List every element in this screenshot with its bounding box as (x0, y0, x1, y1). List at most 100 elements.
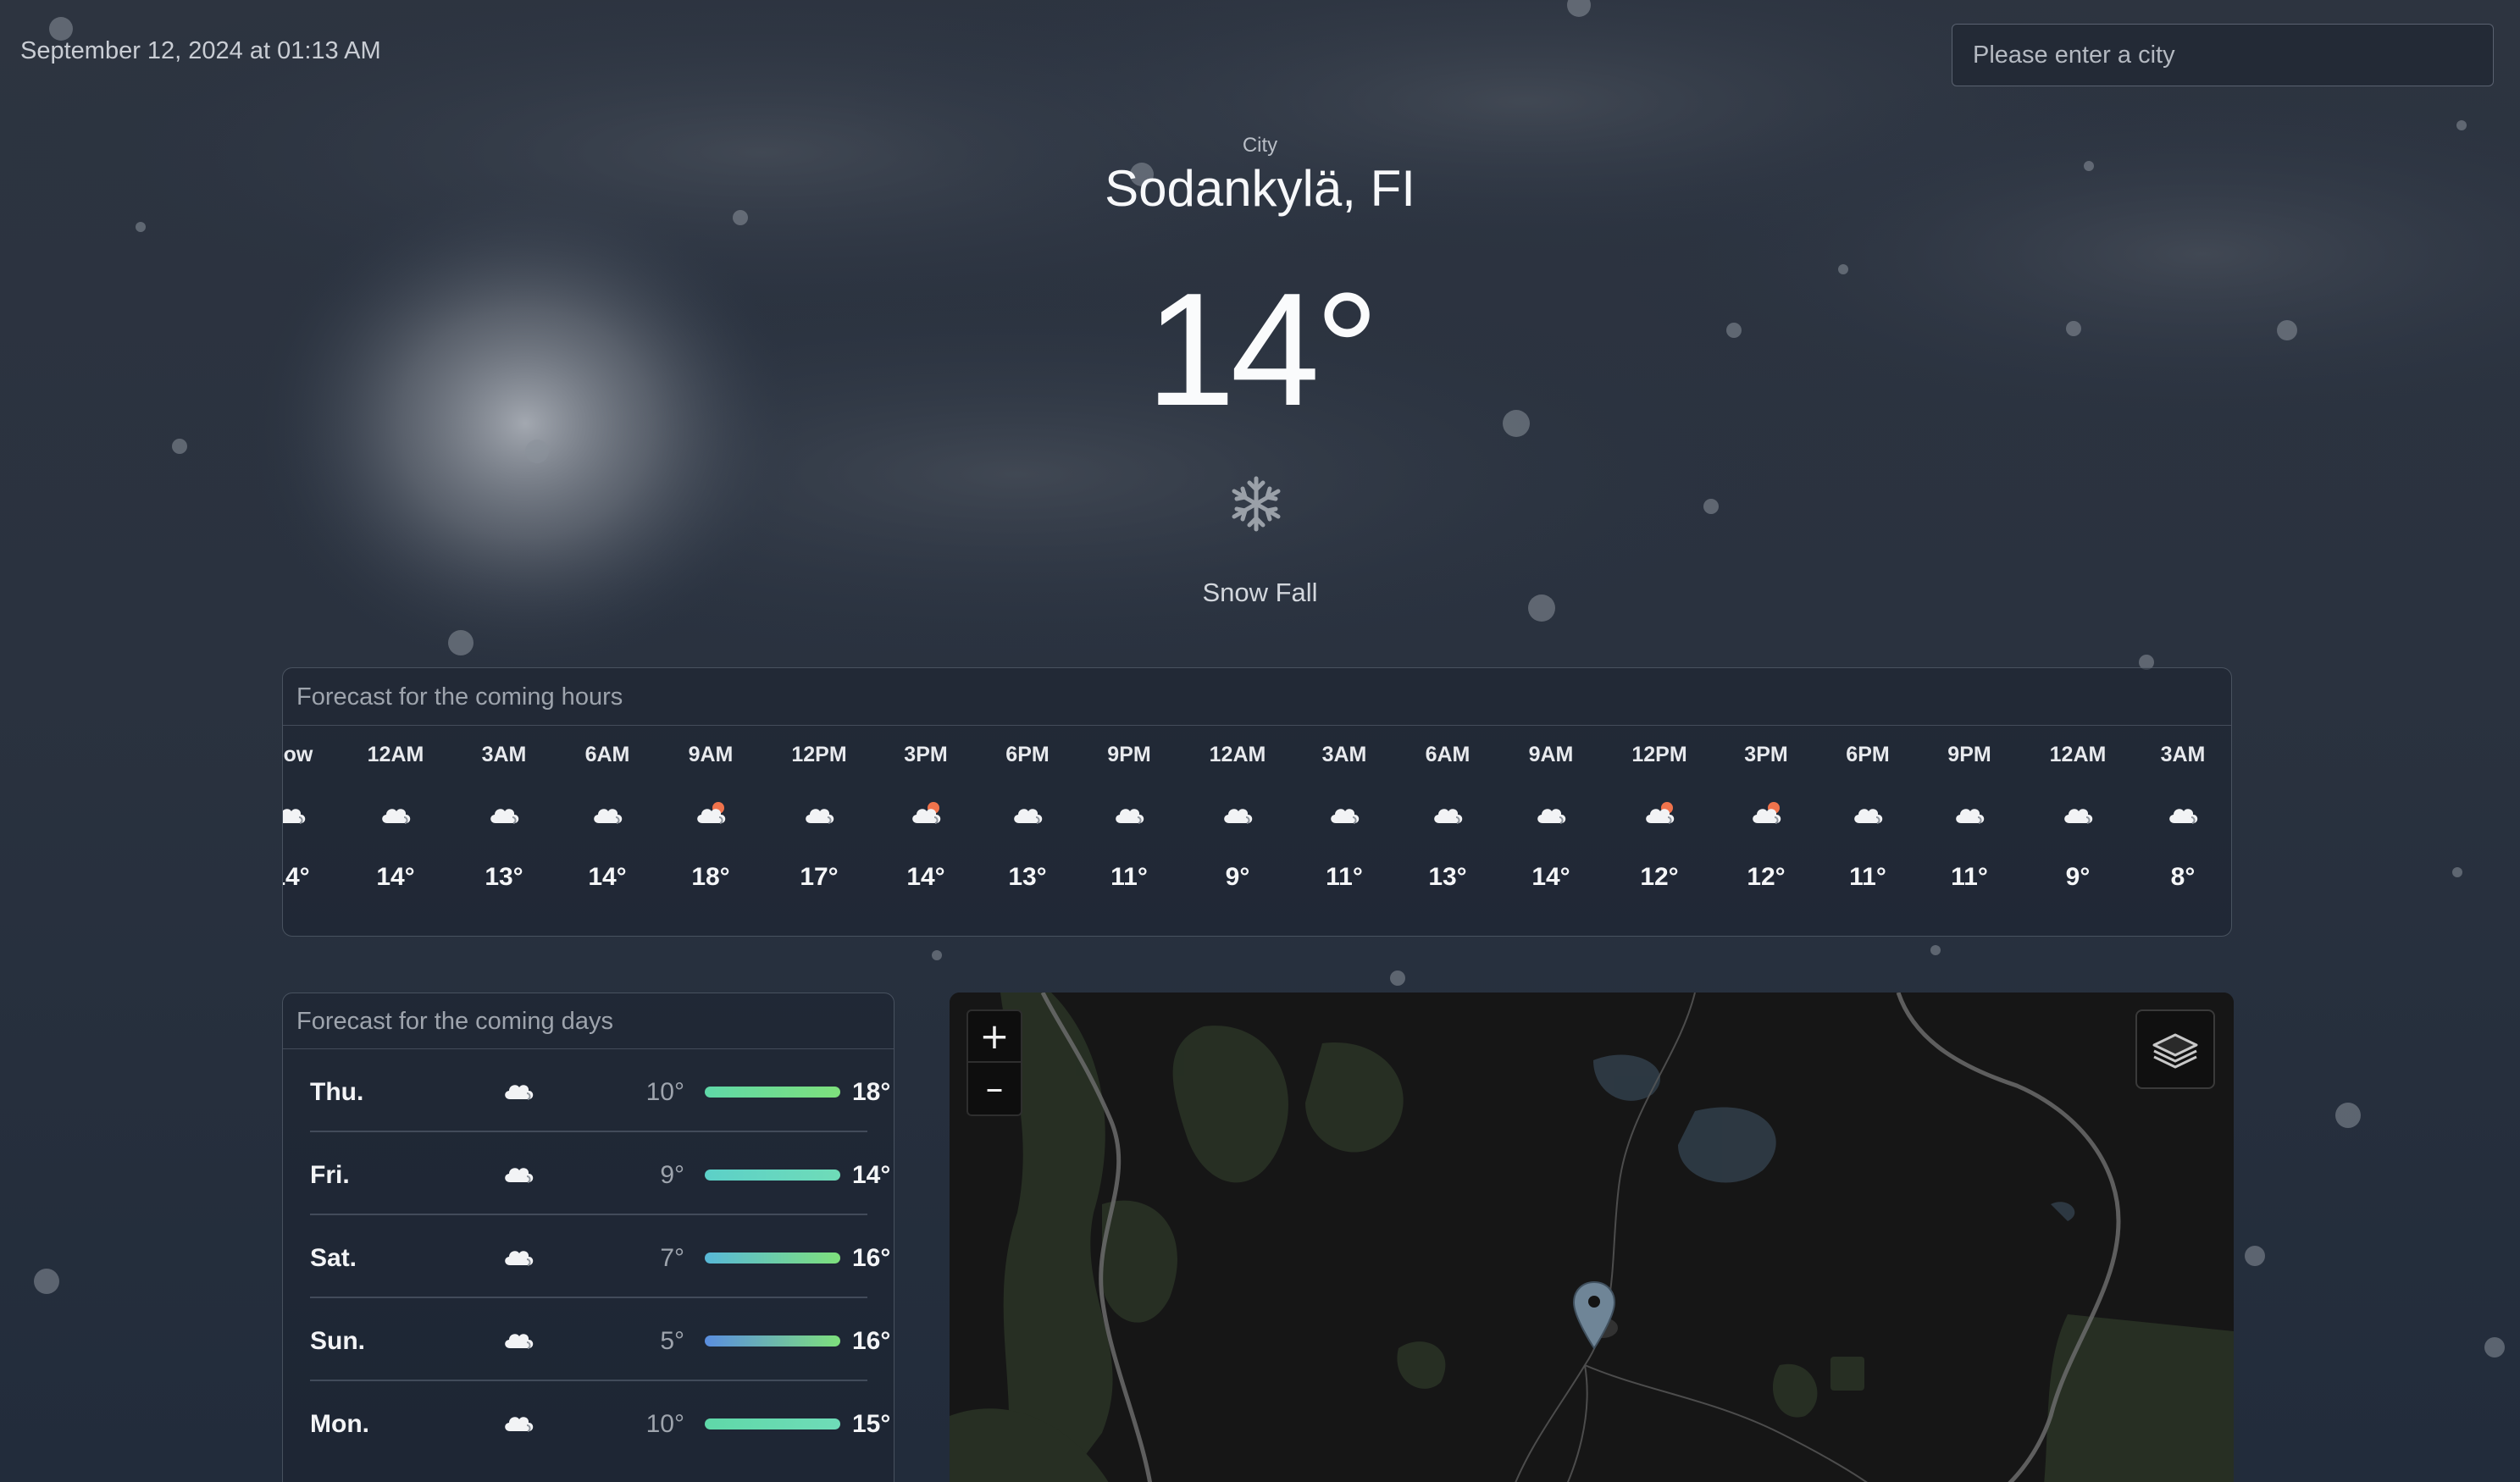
day-name: Sat. (310, 1244, 357, 1272)
hour-temperature: 9° (2065, 863, 2091, 891)
daily-forecast-card: Forecast for the coming days Thu. 10° 18° F… (282, 993, 894, 1482)
map-pin-icon[interactable] (1569, 1280, 1620, 1352)
hour-item: 3AM 13° (457, 726, 551, 936)
layers-button[interactable] (2135, 1009, 2215, 1089)
hour-item: 9AM 18° (664, 726, 757, 936)
hour-item: 3AM 8° (2136, 726, 2229, 936)
day-high-temp: 15° (852, 1410, 891, 1438)
temperature-range-bar (705, 1253, 840, 1264)
day-high-temp: 14° (852, 1161, 891, 1189)
hour-label: 6AM (1425, 743, 1470, 766)
day-low-temp: 10° (645, 1410, 684, 1438)
day-row: Mon. 10° 15° (310, 1381, 894, 1464)
hour-temperature: 18° (691, 863, 730, 891)
hour-item: 6PM 13° (981, 726, 1074, 936)
zoom-in-button[interactable]: + (968, 1011, 1021, 1063)
hourly-forecast-card: Forecast for the coming hours Now14°12AM… (282, 667, 2232, 937)
hour-label: 3PM (904, 743, 948, 766)
hourly-forecast-list[interactable]: Now 14° 12AM 14° 3AM 13° 6AM 14° 9AM 18° 12PM 17° 3P… (283, 726, 2231, 936)
hour-temperature: 11° (1326, 863, 1363, 891)
current-temperature: 14° (1145, 260, 1379, 440)
hourly-forecast-title: Forecast for the coming hours (283, 668, 2231, 726)
day-name: Fri. (310, 1161, 350, 1189)
hour-item: 12PM 17° (773, 726, 866, 936)
hour-label: 12AM (367, 743, 424, 766)
partly-cloudy-icon (1646, 802, 1675, 824)
map-tiles (950, 993, 2234, 1482)
cloud-icon (283, 809, 306, 824)
cloud-icon (505, 1251, 534, 1266)
day-low-temp: 10° (645, 1078, 684, 1106)
hour-label: 12AM (1209, 743, 1266, 766)
hour-label: 3PM (1744, 743, 1788, 766)
cloud-icon (1537, 809, 1566, 824)
day-name: Sun. (310, 1327, 365, 1355)
hour-temperature: 11° (1849, 863, 1886, 891)
hour-temperature: 9° (1225, 863, 1250, 891)
day-low-temp: 9° (660, 1161, 684, 1189)
day-row: Sun. 5° 16° (310, 1298, 894, 1381)
hour-item: Now 14° (283, 726, 337, 936)
map-zoom-control: + – (966, 1009, 1022, 1116)
cloud-icon (2064, 809, 2093, 824)
hour-temperature: 14° (588, 863, 627, 891)
cloud-icon (1014, 809, 1043, 824)
hour-temperature: 11° (1110, 863, 1148, 891)
hour-item: 12AM 9° (2031, 726, 2124, 936)
day-high-temp: 18° (852, 1078, 891, 1106)
cloud-icon (505, 1168, 534, 1183)
day-row: Thu. 10° 18° (310, 1049, 894, 1132)
hour-label: 12PM (791, 743, 847, 766)
cloud-icon (1116, 809, 1144, 824)
hour-label: 9AM (1528, 743, 1574, 766)
hour-temperature: 12° (1640, 863, 1679, 891)
hour-label: 3AM (2160, 743, 2206, 766)
hour-temperature: 8° (2170, 863, 2196, 891)
hour-temperature: 14° (906, 863, 945, 891)
hour-item: 9AM 14° (1504, 726, 1598, 936)
hour-item: 12AM 14° (349, 726, 442, 936)
cloud-icon (806, 809, 834, 824)
snowflake-icon (1232, 476, 1281, 532)
day-name: Thu. (310, 1078, 364, 1106)
hour-temperature: 14° (376, 863, 415, 891)
hour-label: 9PM (1107, 743, 1151, 766)
hour-label: 6AM (584, 743, 630, 766)
hour-label: 12AM (2049, 743, 2107, 766)
city-caption: City (1242, 134, 1278, 157)
day-low-temp: 5° (660, 1327, 684, 1355)
hour-label: 6PM (1846, 743, 1890, 766)
cloud-icon (1434, 809, 1463, 824)
day-row: Sat. 7° 16° (310, 1215, 894, 1298)
hour-temperature: 17° (800, 863, 839, 891)
hour-item: 6AM 13° (1401, 726, 1494, 936)
hour-label: 12PM (1631, 743, 1687, 766)
hour-item: 9PM 11° (1083, 726, 1176, 936)
city-search-input[interactable] (1952, 24, 2494, 86)
cloud-icon (594, 809, 623, 824)
hour-label: Now (283, 743, 313, 766)
temperature-range-bar (705, 1335, 840, 1347)
hour-item: 6PM 11° (1821, 726, 1914, 936)
cloud-icon (2169, 809, 2198, 824)
zoom-out-button[interactable]: – (968, 1063, 1021, 1114)
hour-item: 9PM 11° (1923, 726, 2016, 936)
hour-item: 3AM 11° (1298, 726, 1391, 936)
temperature-range-bar (705, 1418, 840, 1429)
hour-temperature: 13° (485, 863, 523, 891)
hour-label: 3AM (481, 743, 527, 766)
cloud-icon (505, 1334, 534, 1349)
cloud-icon (1956, 809, 1985, 824)
hour-label: 3AM (1321, 743, 1367, 766)
hour-label: 6PM (1005, 743, 1050, 766)
weather-map[interactable] (950, 993, 2234, 1482)
partly-cloudy-icon (697, 802, 726, 824)
cloud-icon (382, 809, 411, 824)
hour-label: 9PM (1947, 743, 1991, 766)
hour-item: 6AM 14° (561, 726, 654, 936)
cloud-icon (1854, 809, 1883, 824)
hour-label: 9AM (688, 743, 734, 766)
temperature-range-bar (705, 1170, 840, 1181)
layers-icon (2152, 1033, 2198, 1069)
hour-temperature: 12° (1747, 863, 1786, 891)
